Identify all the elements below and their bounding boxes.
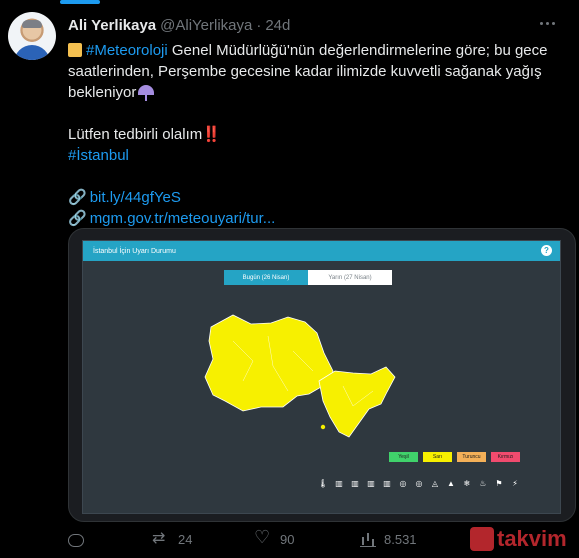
link-bitly[interactable]: bit.ly/44gfYeS [90, 189, 181, 206]
lightning-icon: ⚡ [512, 479, 518, 488]
flag-icon: ⚑ [495, 479, 503, 488]
author-name[interactable]: Ali Yerlikaya [68, 17, 156, 34]
retweet-count: 24 [178, 531, 193, 547]
tweet-line-2: saatlerinden, Perşembe gecesine kadar il… [68, 63, 542, 80]
heat-icon: ♨ [479, 479, 487, 488]
legend-yellow: Sarı [423, 452, 452, 462]
snow-icon: ▥ [351, 479, 359, 488]
fog-icon: ▥ [367, 479, 375, 488]
retweet-icon [152, 528, 170, 548]
watermark-text: takvim [497, 526, 567, 551]
tweet-time[interactable]: 24d [265, 17, 290, 34]
reply-button[interactable] [68, 528, 92, 550]
istanbul-asian-side [318, 366, 396, 438]
istanbul-european-side [204, 314, 334, 412]
link-line-1: 🔗 bit.ly/44gfYeS [68, 187, 568, 208]
ice-icon: ▥ [383, 479, 391, 488]
more-options-icon[interactable] [536, 14, 558, 32]
legend-green: Yeşil [389, 452, 418, 462]
avatar-shirt [14, 45, 50, 60]
takvim-logo-icon [470, 527, 494, 551]
avatar-hair [22, 20, 42, 28]
retweet-button[interactable]: 24 [152, 528, 192, 550]
map-legend: Yeşil Sarı Turuncu Kırmızı [389, 452, 520, 462]
hazard-icon-row: 🌡 ▥ ▥ ▥ ▥ ◎ ◎ ◬ ▲ ❄ ♨ ⚑ ⚡ [318, 479, 520, 488]
link-emoji-icon: 🔗 [68, 210, 87, 227]
media-card[interactable]: İstanbul İçin Uyarı Durumu ? Bugün (26 N… [68, 228, 576, 522]
legend-orange: Turuncu [457, 452, 486, 462]
link-emoji-icon: 🔗 [68, 189, 87, 206]
tweet-line-4-text: Lütfen tedbirli olalım [68, 126, 203, 143]
views-count: 8.531 [384, 531, 417, 547]
views-button[interactable]: 8.531 [360, 528, 417, 550]
tweet-line-3: bekleniyor [68, 82, 568, 103]
header-separator: · [256, 16, 262, 34]
warning-map-panel: İstanbul İçin Uyarı Durumu ? Bugün (26 N… [82, 240, 561, 514]
link-line-2: 🔗 mgm.gov.tr/meteouyari/tur... [68, 208, 568, 229]
reply-icon [68, 533, 84, 547]
umbrella-rain-emoji-icon [138, 85, 155, 101]
takvim-watermark: takvim [470, 520, 579, 558]
tweet-header: Ali Yerlikaya @AliYerlikaya · 24d [68, 15, 290, 35]
dust-icon: ▲ [447, 479, 455, 488]
hashtag-meteoroloji[interactable]: #Meteoroloji [86, 42, 168, 59]
top-accent-bar [60, 0, 100, 4]
frost-icon: ❄ [463, 479, 471, 488]
storm-icon: ◎ [415, 479, 423, 488]
avatar[interactable] [8, 12, 56, 60]
like-button[interactable]: 90 [254, 527, 295, 550]
istanbul-map [204, 314, 396, 438]
wind-icon: ◎ [399, 479, 407, 488]
link-mgm[interactable]: mgm.gov.tr/meteouyari/tur... [90, 210, 276, 227]
tweet-line-3-text: bekleniyor [68, 84, 137, 101]
tweet-line-1: #Meteoroloji Genel Müdürlüğü'nün değerle… [68, 40, 568, 61]
thermometer-icon: 🌡 [318, 479, 329, 488]
hashtag-istanbul[interactable]: #İstanbul [68, 145, 568, 166]
tweet-line-1-text: Genel Müdürlüğü'nün değerlendirmelerine … [167, 42, 548, 59]
legend-red: Kırmızı [491, 452, 520, 462]
avalanche-icon: ◬ [431, 479, 439, 488]
tweet-line-4: Lütfen tedbirli olalım‼️ [68, 124, 568, 145]
tweet-text: #Meteoroloji Genel Müdürlüğü'nün değerle… [68, 40, 568, 229]
orange-square-emoji-icon [68, 43, 82, 57]
double-exclamation-emoji-icon: ‼️ [202, 126, 221, 143]
author-handle[interactable]: @AliYerlikaya [160, 17, 252, 34]
views-chart-icon [360, 531, 376, 547]
tweet-blank-line-2 [68, 166, 568, 187]
like-count: 90 [280, 531, 295, 547]
heart-icon [254, 527, 272, 548]
princes-islands [320, 424, 326, 430]
rain-icon: ▥ [335, 479, 343, 488]
